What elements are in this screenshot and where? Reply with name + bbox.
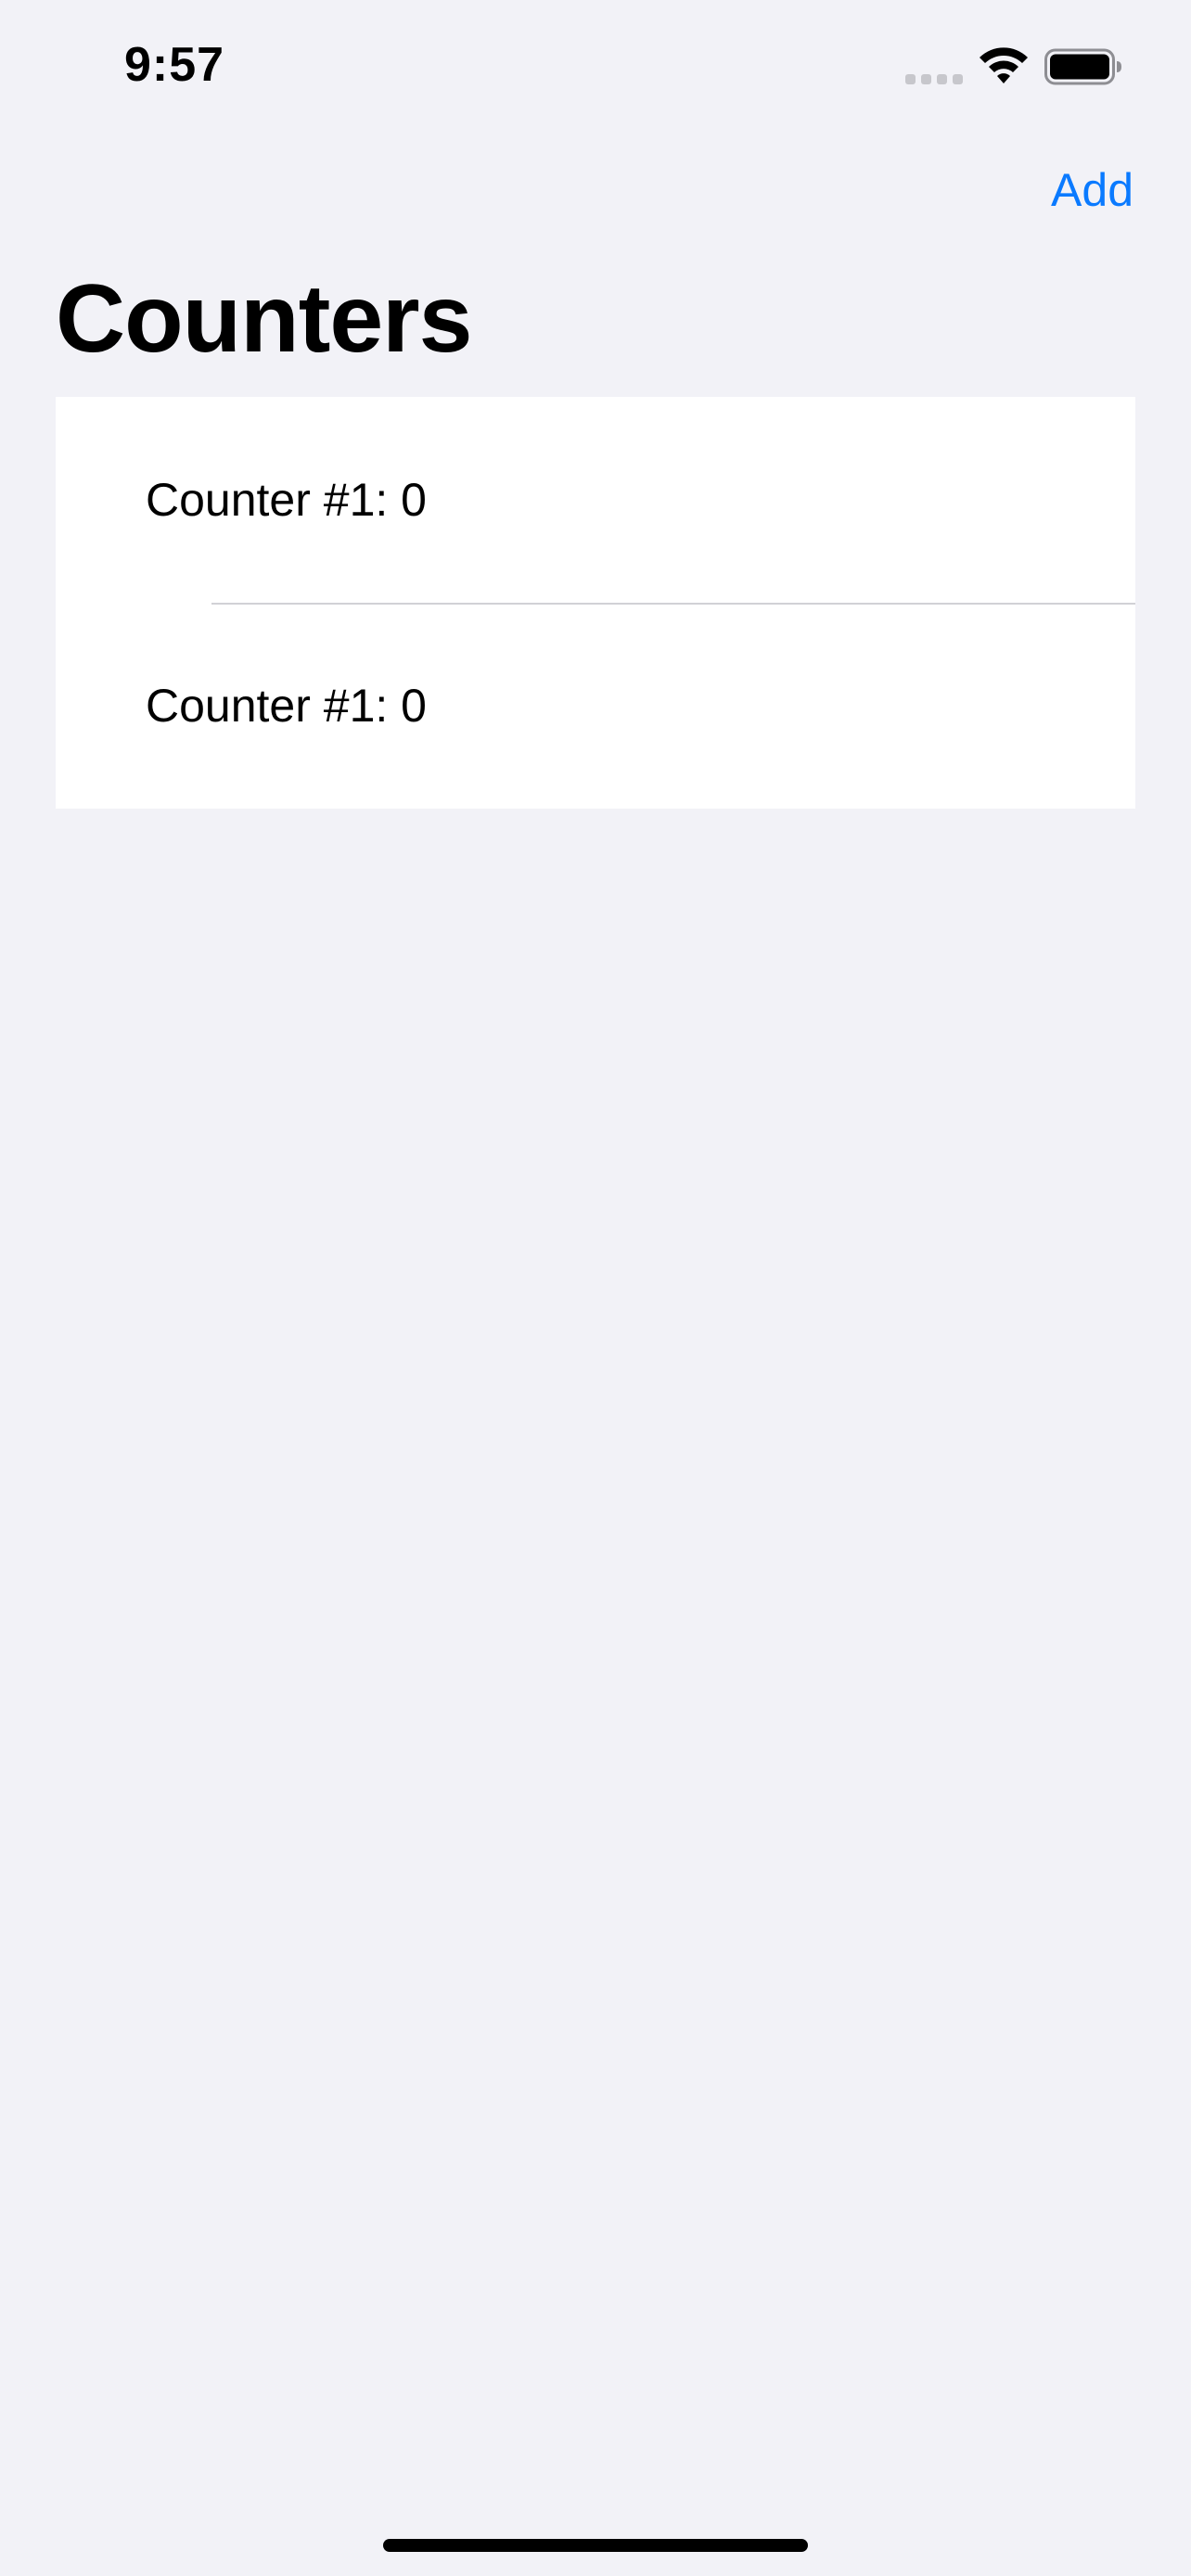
cellular-signal-icon: [905, 74, 963, 85]
page-title: Counters: [56, 265, 472, 373]
counter-label: Counter #1: 0: [146, 474, 427, 526]
counter-label: Counter #1: 0: [146, 680, 427, 732]
counter-row[interactable]: Counter #1: 0: [56, 603, 1135, 809]
status-time: 9:57: [124, 38, 225, 92]
status-bar: 9:57: [0, 0, 1191, 139]
navigation-bar: Add: [0, 139, 1191, 250]
wifi-icon: [980, 47, 1028, 83]
add-button[interactable]: Add: [1051, 163, 1133, 217]
home-indicator[interactable]: [383, 2539, 808, 2552]
counter-list: Counter #1: 0 Counter #1: 0: [56, 397, 1135, 809]
battery-icon: [1044, 48, 1121, 85]
counter-row[interactable]: Counter #1: 0: [56, 397, 1135, 603]
